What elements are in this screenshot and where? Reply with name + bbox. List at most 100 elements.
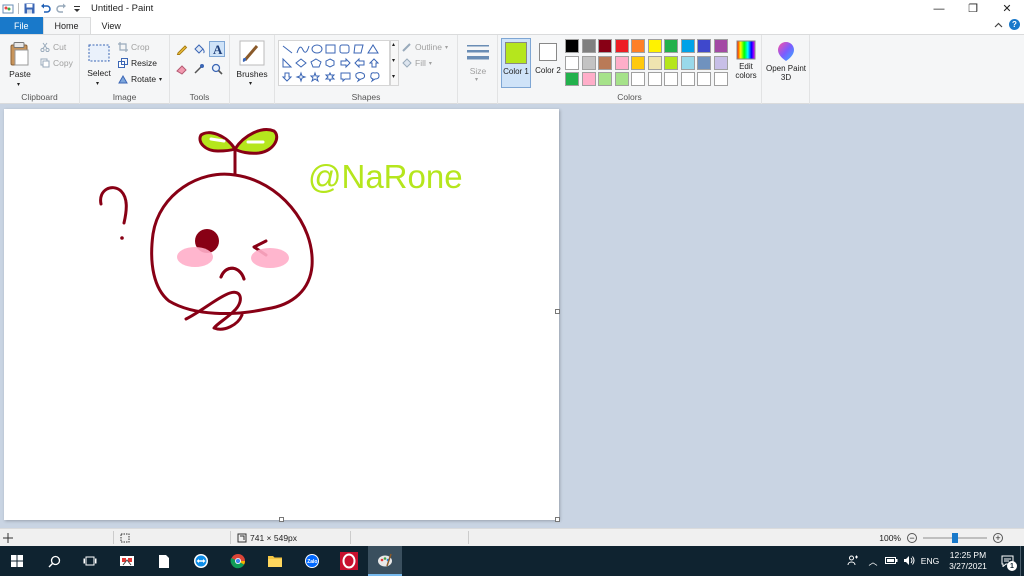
tab-home[interactable]: Home — [42, 17, 91, 34]
taskbar-app-opera[interactable] — [332, 546, 366, 576]
paint-app-icon[interactable] — [2, 3, 14, 15]
palette-swatch[interactable] — [598, 72, 612, 86]
outline-button[interactable]: Outline ▾ — [402, 42, 448, 52]
palette-swatch[interactable] — [565, 55, 579, 70]
palette-swatch[interactable] — [581, 55, 596, 70]
volume-icon[interactable] — [900, 555, 918, 568]
palette-swatch[interactable] — [697, 72, 711, 86]
start-button[interactable] — [0, 546, 34, 576]
taskbar-app-notepad[interactable] — [147, 546, 181, 576]
palette-swatch[interactable] — [697, 39, 711, 53]
palette-swatch[interactable] — [680, 39, 695, 53]
color2-button[interactable]: Color 2 — [534, 38, 562, 88]
palette-swatch[interactable] — [581, 72, 596, 86]
palette-swatch[interactable] — [713, 72, 728, 86]
search-button[interactable] — [37, 546, 71, 576]
show-hidden-icons-icon[interactable]: ︿ — [864, 555, 882, 568]
paste-dropdown-icon[interactable]: ▾ — [17, 81, 20, 88]
crop-button[interactable]: Crop — [118, 42, 149, 52]
palette-swatch[interactable] — [631, 72, 645, 86]
palette-swatch[interactable] — [598, 55, 612, 70]
palette-swatch[interactable] — [565, 72, 579, 86]
redo-icon[interactable] — [55, 3, 67, 15]
shapes-scroll-up-icon[interactable]: ▴ — [392, 41, 395, 48]
select-button[interactable]: Select ▾ — [86, 41, 112, 87]
palette-swatch[interactable] — [697, 55, 711, 70]
taskbar-app-zalo[interactable]: Zalo — [295, 546, 329, 576]
shapes-expand-icon[interactable]: ▾ — [392, 73, 395, 80]
task-view-button[interactable] — [73, 546, 107, 576]
palette-swatch[interactable] — [664, 55, 678, 70]
eraser-tool[interactable] — [176, 63, 190, 77]
palette-swatch[interactable] — [647, 39, 662, 53]
edit-colors-button[interactable]: Edit colors — [732, 38, 760, 90]
text-tool[interactable]: A — [209, 41, 225, 57]
zoom-out-icon[interactable]: − — [907, 533, 917, 543]
resize-handle-corner[interactable] — [555, 517, 560, 522]
system-clock[interactable]: 12:25 PM 3/27/2021 — [942, 550, 994, 572]
pencil-tool[interactable] — [176, 43, 190, 57]
taskbar-app-chrome[interactable] — [221, 546, 255, 576]
shapes-scroll[interactable]: ▴ ▾ ▾ — [390, 40, 399, 86]
fill-tool[interactable] — [193, 43, 207, 57]
people-icon[interactable] — [842, 554, 864, 568]
tab-view[interactable]: View — [91, 17, 132, 34]
action-center-button[interactable]: 1 — [994, 546, 1020, 576]
palette-swatch[interactable] — [680, 72, 695, 86]
rotate-button[interactable]: Rotate ▾ — [118, 74, 162, 84]
brushes-button[interactable]: Brushes ▾ — [232, 39, 272, 87]
cut-button[interactable]: Cut — [40, 42, 66, 52]
taskbar-app-file-explorer[interactable] — [258, 546, 292, 576]
palette-swatch[interactable] — [581, 39, 596, 53]
rotate-dropdown-icon[interactable]: ▾ — [159, 76, 162, 83]
palette-swatch[interactable] — [614, 72, 629, 86]
customize-qat-icon[interactable] — [71, 3, 83, 15]
magnifier-tool[interactable] — [211, 63, 225, 77]
palette-swatch[interactable] — [631, 39, 645, 53]
open-paint3d-button[interactable]: Open Paint 3D — [764, 38, 808, 90]
palette-swatch[interactable] — [598, 39, 612, 53]
brushes-dropdown-icon[interactable]: ▾ — [249, 80, 252, 87]
shapes-scroll-down-icon[interactable]: ▾ — [392, 57, 395, 64]
zoom-in-icon[interactable]: + — [993, 533, 1003, 543]
resize-handle-bottom[interactable] — [279, 517, 284, 522]
palette-swatch[interactable] — [631, 55, 645, 70]
size-button[interactable]: Size ▾ — [462, 41, 494, 83]
taskbar-app-paint[interactable] — [368, 546, 402, 576]
taskbar-app-snipping[interactable] — [110, 546, 144, 576]
palette-swatch[interactable] — [614, 39, 629, 53]
palette-swatch[interactable] — [680, 55, 695, 70]
paste-button[interactable]: Paste ▾ — [8, 41, 32, 88]
undo-icon[interactable] — [39, 3, 51, 15]
palette-swatch[interactable] — [565, 39, 579, 53]
maximize-button[interactable]: ❐ — [956, 0, 990, 17]
select-dropdown-icon[interactable]: ▾ — [96, 80, 99, 87]
tab-file[interactable]: File — [0, 17, 43, 34]
zoom-slider-thumb[interactable] — [952, 533, 958, 543]
battery-icon[interactable] — [882, 556, 900, 567]
palette-swatch[interactable] — [713, 39, 728, 53]
palette-swatch[interactable] — [647, 55, 662, 70]
shapes-gallery[interactable] — [278, 40, 390, 86]
help-icon[interactable]: ? — [1009, 19, 1020, 30]
fill-button[interactable]: Fill ▾ — [402, 58, 432, 68]
palette-swatch[interactable] — [713, 55, 728, 70]
resize-handle-right[interactable] — [555, 309, 560, 314]
zoom-slider[interactable] — [923, 533, 987, 543]
save-icon[interactable] — [23, 3, 35, 15]
show-desktop-button[interactable] — [1020, 546, 1024, 576]
palette-swatch[interactable] — [664, 72, 678, 86]
palette-swatch[interactable] — [614, 55, 629, 70]
close-button[interactable]: ✕ — [990, 0, 1024, 17]
taskbar-app-teamviewer[interactable] — [184, 546, 218, 576]
collapse-ribbon-icon[interactable] — [994, 20, 1003, 30]
drawing-canvas[interactable]: @NaRone — [4, 109, 559, 520]
color-picker-tool[interactable] — [193, 63, 207, 77]
copy-button[interactable]: Copy — [40, 58, 73, 68]
color1-button[interactable]: Color 1 — [501, 38, 531, 88]
resize-button[interactable]: Resize — [118, 58, 157, 68]
input-language[interactable]: ENG — [918, 556, 942, 566]
minimize-button[interactable]: — — [922, 0, 956, 17]
palette-swatch[interactable] — [647, 72, 662, 86]
palette-swatch[interactable] — [664, 39, 678, 53]
